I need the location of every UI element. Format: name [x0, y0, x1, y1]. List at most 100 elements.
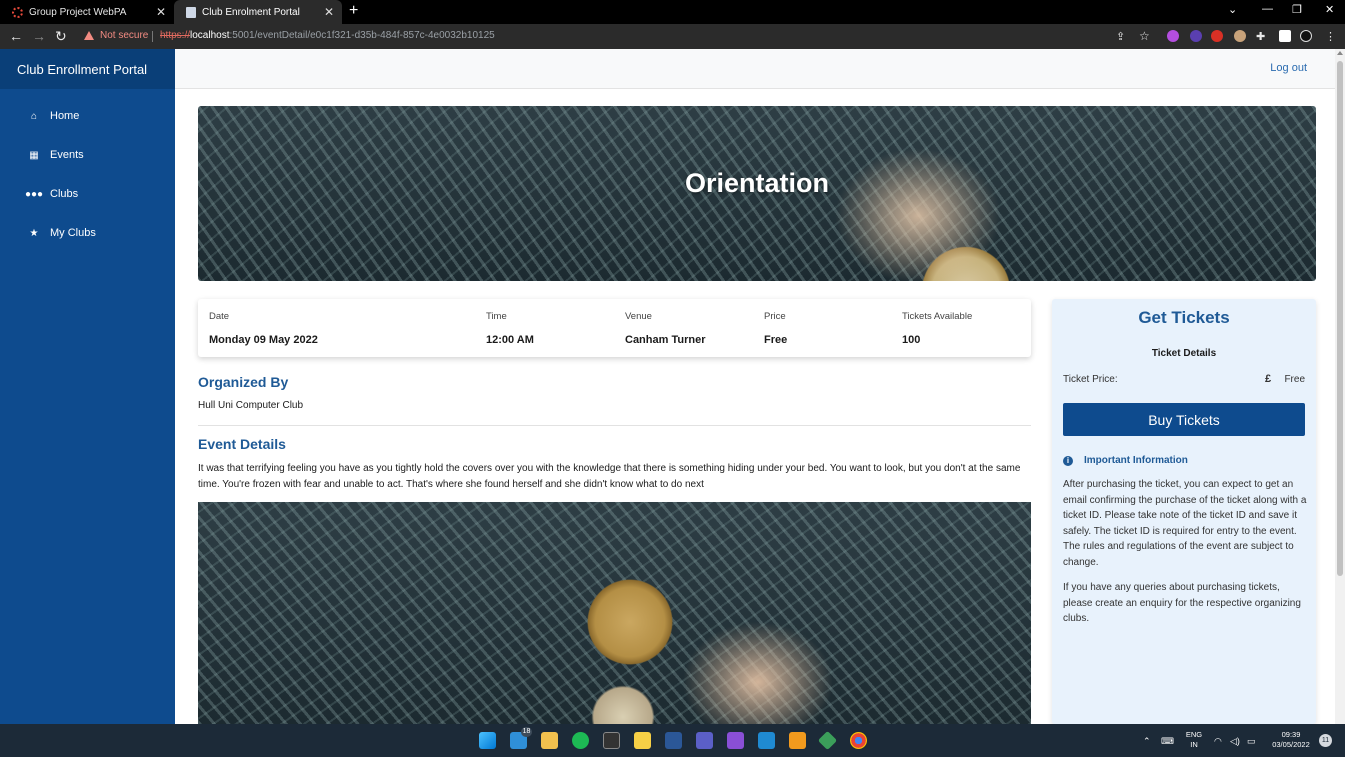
- logout-link[interactable]: Log out: [1270, 62, 1307, 74]
- share-icon[interactable]: ⇪: [1116, 30, 1125, 43]
- warning-icon: [84, 31, 94, 40]
- wifi-icon[interactable]: ◠: [1214, 736, 1222, 747]
- event-details-heading: Event Details: [198, 436, 286, 452]
- terminal-icon[interactable]: [603, 732, 620, 749]
- sidebar-item-events[interactable]: ▦ Events: [28, 149, 84, 161]
- sidebar-item-my-clubs[interactable]: ★ My Clubs: [28, 227, 96, 239]
- webpa-favicon-icon: [12, 6, 23, 18]
- date-value: Monday 09 May 2022: [209, 334, 318, 346]
- security-indicator[interactable]: Not secure: [84, 30, 148, 41]
- extensions-puzzle-icon[interactable]: ✚: [1256, 30, 1265, 43]
- close-window-icon[interactable]: ✕: [1325, 3, 1334, 16]
- enquiry-paragraph: If you have any queries about purchasing…: [1063, 582, 1301, 624]
- word-icon[interactable]: [665, 732, 682, 749]
- tab-close-icon[interactable]: ✕: [324, 5, 334, 19]
- file-explorer-icon[interactable]: [541, 732, 558, 749]
- side-panel-icon[interactable]: [1279, 30, 1291, 42]
- keyboard-icon[interactable]: ⌨: [1161, 736, 1174, 747]
- battery-icon[interactable]: ▭: [1247, 736, 1256, 747]
- organized-by-heading: Organized By: [198, 374, 289, 390]
- sticky-notes-icon[interactable]: [634, 732, 651, 749]
- calendar-icon: ▦: [29, 149, 39, 161]
- os-taskbar: 18 ⌃ ⌨ ENG IN ◠ ◁) ▭ 09:39 03/05/2022: [0, 724, 1345, 757]
- buy-tickets-button[interactable]: Buy Tickets: [1063, 403, 1305, 436]
- organizer-name: Hull Uni Computer Club: [198, 400, 304, 411]
- bookmark-star-icon[interactable]: ☆: [1139, 29, 1150, 43]
- mail-badge: 18: [521, 727, 532, 737]
- sublime-text-icon[interactable]: [789, 732, 806, 749]
- important-info-paragraph: After purchasing the ticket, you can exp…: [1063, 479, 1307, 568]
- event-title: Orientation: [684, 168, 829, 198]
- extension-face-icon[interactable]: [1234, 30, 1246, 42]
- price-label: Price: [764, 311, 786, 322]
- currency-symbol: £: [1265, 373, 1272, 385]
- ticket-details-subtitle: Ticket Details: [1151, 348, 1217, 359]
- tickets-available-label: Tickets Available: [902, 311, 973, 322]
- region-code: IN: [1190, 740, 1198, 749]
- sidebar-item-home[interactable]: ⌂ Home: [28, 110, 79, 122]
- tickets-available-value: 100: [902, 334, 921, 346]
- scroll-thumb[interactable]: [1337, 61, 1343, 576]
- users-icon: ●●●: [24, 188, 44, 200]
- input-language[interactable]: ENG IN: [1183, 730, 1205, 750]
- page-favicon-icon: [186, 6, 196, 18]
- tab-group-project[interactable]: Group Project WebPA ✕: [0, 0, 174, 24]
- scroll-up-arrow-icon[interactable]: [1337, 51, 1343, 55]
- venue-label: Venue: [625, 311, 652, 322]
- tab-title: Club Enrolment Portal: [202, 6, 300, 18]
- teams-icon[interactable]: [696, 732, 713, 749]
- back-icon[interactable]: ←: [9, 28, 23, 44]
- notification-badge[interactable]: 11: [1319, 734, 1332, 747]
- time-label: Time: [486, 311, 507, 322]
- spotify-icon[interactable]: [572, 732, 589, 749]
- get-tickets-panel: Get Tickets Ticket Details Ticket Price:…: [1052, 299, 1316, 724]
- clock-time: 09:39: [1281, 730, 1301, 739]
- tray-chevron-up-icon[interactable]: ⌃: [1143, 736, 1151, 747]
- info-circle-icon: i: [1063, 455, 1073, 466]
- extension-red-icon[interactable]: [1211, 30, 1223, 42]
- tab-title: Group Project WebPA: [29, 6, 127, 18]
- vscode-icon[interactable]: [758, 732, 775, 749]
- tab-club-enrolment-portal[interactable]: Club Enrolment Portal ✕: [174, 0, 342, 24]
- ticket-price-label: Ticket Price:: [1063, 374, 1118, 385]
- visual-studio-icon[interactable]: [727, 732, 744, 749]
- event-image: [198, 502, 1031, 724]
- url-path: :5001/eventDetail/e0c1f321-d35b-484f-857…: [229, 30, 495, 41]
- profile-avatar[interactable]: [1300, 30, 1312, 42]
- tab-close-icon[interactable]: ✕: [156, 5, 166, 19]
- brand-title[interactable]: Club Enrollment Portal: [0, 49, 175, 89]
- time-value: 12:00 AM: [486, 334, 534, 346]
- sidebar-item-label: Clubs: [50, 188, 79, 200]
- extension-violet-icon[interactable]: [1190, 30, 1202, 42]
- menu-kebab-icon[interactable]: ⋮: [1325, 30, 1336, 43]
- volume-icon[interactable]: ◁): [1230, 736, 1240, 747]
- reload-icon[interactable]: ↻: [55, 28, 67, 45]
- gitkraken-icon[interactable]: [817, 730, 838, 751]
- get-tickets-title: Get Tickets: [1138, 308, 1230, 327]
- ticket-price-value: Free: [1284, 374, 1305, 385]
- language-code: ENG: [1185, 730, 1203, 739]
- section-divider: [198, 425, 1031, 426]
- forward-icon[interactable]: →: [32, 28, 46, 44]
- browser-tab-bar: Group Project WebPA ✕ Club Enrolment Por…: [0, 0, 1345, 24]
- page-scrollbar[interactable]: [1335, 49, 1345, 724]
- security-label: Not secure: [100, 30, 149, 41]
- important-info-header: i Important Information: [1063, 455, 1188, 466]
- sidebar-item-label: Events: [50, 149, 84, 161]
- star-icon: ★: [29, 227, 39, 239]
- address-separator: [152, 31, 153, 42]
- windows-start-icon[interactable]: [479, 732, 496, 749]
- price-value: Free: [764, 334, 788, 346]
- clock[interactable]: 09:39 03/05/2022: [1268, 730, 1314, 750]
- sidebar-item-label: My Clubs: [50, 227, 96, 239]
- tab-search-chevron-icon[interactable]: ⌄: [1228, 3, 1237, 16]
- extension-purple-icon[interactable]: [1167, 30, 1179, 42]
- chrome-icon[interactable]: [850, 732, 867, 749]
- clock-date: 03/05/2022: [1272, 740, 1310, 749]
- home-icon: ⌂: [30, 110, 38, 122]
- minimize-icon[interactable]: —: [1262, 3, 1273, 15]
- new-tab-icon[interactable]: +: [349, 2, 358, 20]
- url-field[interactable]: https://localhost:5001/eventDetail/e0c1f…: [160, 30, 495, 41]
- sidebar-item-clubs[interactable]: ●●● Clubs: [24, 188, 79, 200]
- restore-icon[interactable]: ❐: [1292, 3, 1302, 16]
